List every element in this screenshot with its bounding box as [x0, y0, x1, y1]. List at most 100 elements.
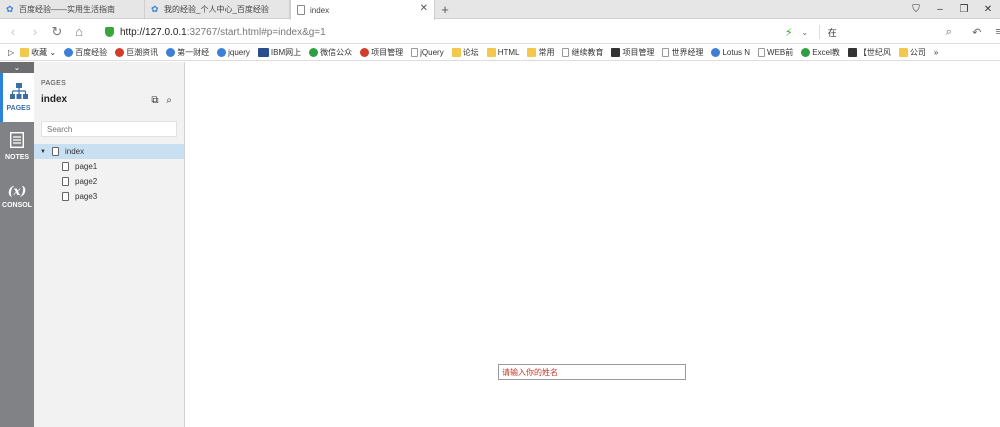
- tab-index[interactable]: index ✕: [290, 0, 435, 20]
- tree-node-index[interactable]: ▼ index: [34, 144, 184, 159]
- url-field[interactable]: http://127.0.0.1 :32767/start.html#p=ind…: [105, 20, 815, 44]
- site-icon: [711, 48, 721, 57]
- bookmark-label: 世界经理: [671, 48, 704, 57]
- tree-node-label: page3: [75, 192, 98, 201]
- rail-console-button[interactable]: (x) CONSOL: [0, 171, 34, 220]
- variable-icon: (x): [7, 184, 27, 198]
- bookmark-label: 常用: [538, 48, 555, 57]
- collapse-chevron-icon[interactable]: ⌄: [0, 62, 34, 73]
- bookmark-label: 公司: [909, 48, 926, 57]
- document-icon: [562, 48, 570, 57]
- ibm-icon: [257, 48, 269, 57]
- bookmark-item[interactable]: HTML: [486, 48, 520, 57]
- bookmark-item[interactable]: 【世纪风: [847, 47, 891, 58]
- window-controls: ⛉ – ❐ ✕: [904, 0, 1000, 19]
- bookmark-label: jquery: [228, 48, 250, 57]
- more-bookmarks-button[interactable]: »: [934, 48, 938, 57]
- tree-node-label: index: [65, 147, 85, 156]
- bookmark-label: 收藏: [31, 48, 48, 57]
- window-close-icon[interactable]: ✕: [976, 0, 1000, 19]
- bookmark-item[interactable]: 世界经理: [662, 47, 703, 58]
- lightning-icon[interactable]: ⚡: [785, 26, 793, 39]
- star-folder-icon: [20, 48, 30, 57]
- tree-node-page3[interactable]: page3: [34, 189, 184, 204]
- bookmark-item[interactable]: 项目管理: [611, 47, 654, 58]
- bookmark-label: HTML: [497, 48, 520, 57]
- bookmark-label: 项目管理: [371, 48, 404, 57]
- panel-actions: ⧉ ⌕: [148, 95, 176, 106]
- restore-icon[interactable]: ❐: [952, 0, 976, 19]
- expand-triangle-icon[interactable]: ▼: [38, 149, 48, 155]
- site-icon: [360, 48, 370, 57]
- left-rail: ⌄ PAGES NOTES (x) CONSOL: [0, 62, 34, 427]
- tree-node-page1[interactable]: page1: [34, 159, 184, 174]
- site-icon: [847, 48, 857, 57]
- notes-icon: [9, 131, 25, 152]
- bookmark-item[interactable]: 微信公众: [309, 47, 352, 58]
- external-link-icon[interactable]: ⧉: [148, 95, 162, 106]
- search-input[interactable]: 在: [828, 26, 938, 39]
- bookmark-label: jQuery: [420, 48, 444, 57]
- site-icon: [309, 48, 319, 57]
- bookmark-item[interactable]: IBM网上: [257, 47, 301, 58]
- pages-search-input[interactable]: [41, 121, 177, 137]
- back-icon[interactable]: ‹: [2, 24, 24, 39]
- bookmark-item[interactable]: 论坛: [451, 47, 479, 58]
- bookmark-item[interactable]: Excel教: [801, 47, 840, 58]
- shirt-skin-icon[interactable]: ⛉: [904, 0, 928, 19]
- search-page-icon[interactable]: ⌕: [162, 95, 176, 106]
- minimize-icon[interactable]: –: [928, 0, 952, 19]
- document-icon: [662, 48, 670, 57]
- site-icon: [611, 48, 621, 57]
- url-host: http://127.0.0.1: [120, 26, 187, 38]
- bookmark-item[interactable]: 常用: [527, 47, 554, 58]
- site-icon: [217, 48, 227, 57]
- document-icon: [758, 48, 766, 57]
- address-right-tools: ⚡ ⌄ 在 ⌕ ↶ ≡: [785, 20, 1000, 44]
- paw-icon: ✿: [6, 4, 14, 14]
- bookmark-item[interactable]: 第一财经: [166, 47, 209, 58]
- page-icon: [62, 177, 69, 186]
- site-icon: [801, 48, 811, 57]
- url-path: :32767/start.html#p=index&g=1: [186, 26, 326, 38]
- page-icon: [62, 162, 69, 171]
- bookmark-item[interactable]: 巨潮资讯: [115, 47, 158, 58]
- forward-icon[interactable]: ›: [24, 24, 46, 39]
- chevron-down-icon[interactable]: ⌄: [799, 28, 811, 37]
- rail-pages-button[interactable]: PAGES: [0, 73, 34, 122]
- tree-node-page2[interactable]: page2: [34, 174, 184, 189]
- site-icon: [115, 48, 125, 57]
- tab-label: index: [310, 5, 330, 15]
- menu-icon[interactable]: ≡: [988, 26, 1000, 38]
- tab-baidu-jingyan[interactable]: ✿ 百度经验——实用生活指南: [0, 0, 145, 19]
- search-icon[interactable]: ⌕: [938, 26, 960, 39]
- bookmark-item[interactable]: 收藏 ⌄: [20, 47, 56, 58]
- home-icon[interactable]: ⌂: [68, 24, 90, 39]
- page-icon: [297, 5, 305, 15]
- prototype-canvas: [185, 62, 1000, 427]
- name-input[interactable]: [498, 364, 686, 380]
- undo-icon[interactable]: ↶: [966, 26, 988, 39]
- bookmark-item[interactable]: 公司: [898, 47, 926, 58]
- bookmark-item[interactable]: Lotus N: [711, 48, 750, 57]
- reload-icon[interactable]: ↻: [46, 24, 68, 40]
- folder-icon: [898, 48, 908, 57]
- bookmark-item[interactable]: 百度经验: [64, 47, 107, 58]
- bookmark-item[interactable]: 项目管理: [360, 47, 403, 58]
- close-icon[interactable]: ✕: [420, 3, 428, 14]
- tree-node-label: page1: [75, 162, 98, 171]
- document-icon: [411, 48, 419, 57]
- folder-icon: [486, 48, 496, 57]
- tab-my-jingyan[interactable]: ✿ 我的经验_个人中心_百度经验: [145, 0, 290, 19]
- secure-shield-icon: [105, 27, 114, 37]
- bookmarks-toggle-icon[interactable]: ▷: [8, 48, 14, 57]
- bookmark-label: 微信公众: [320, 48, 353, 57]
- rail-console-label: CONSOL: [2, 202, 32, 209]
- bookmark-item[interactable]: 继续教育: [562, 47, 603, 58]
- bookmark-item[interactable]: jquery: [217, 48, 250, 57]
- new-tab-button[interactable]: +: [435, 0, 455, 19]
- bookmark-item[interactable]: WEB前: [758, 47, 793, 58]
- rail-notes-button[interactable]: NOTES: [0, 122, 34, 171]
- bookmark-item[interactable]: jQuery: [411, 48, 444, 57]
- tab-bar: ✿ 百度经验——实用生活指南 ✿ 我的经验_个人中心_百度经验 index ✕ …: [0, 0, 1000, 20]
